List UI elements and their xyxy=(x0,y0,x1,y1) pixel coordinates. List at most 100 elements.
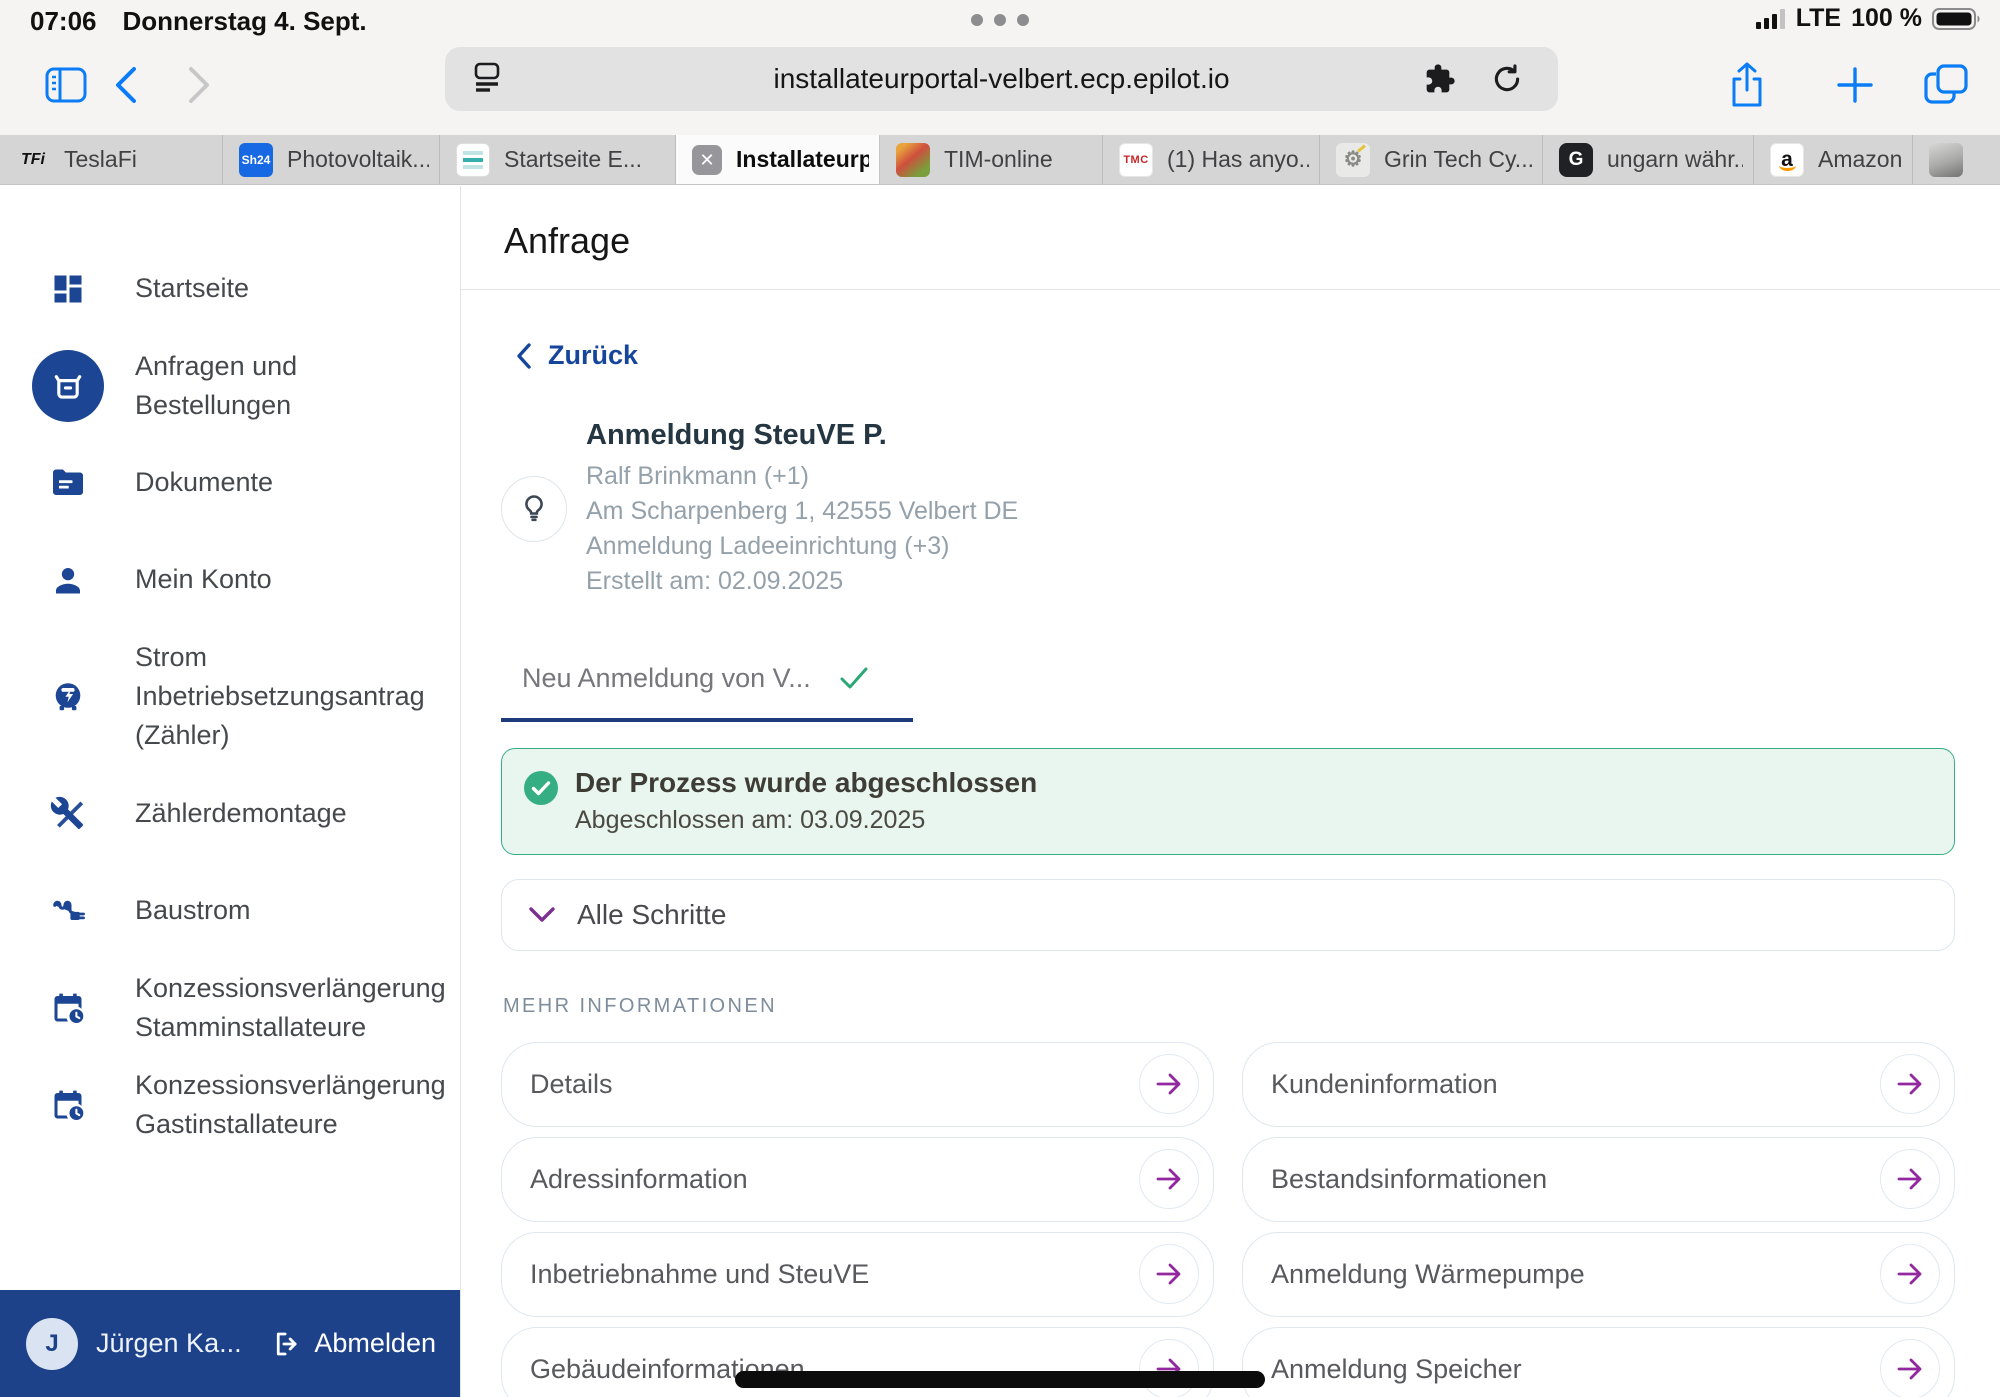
info-cards-grid: Details Kundeninformation Adressinformat… xyxy=(501,1041,1955,1397)
multitasking-dots-icon[interactable] xyxy=(971,14,1029,26)
tab-amazon[interactable]: a Amazon xyxy=(1754,135,1913,184)
tab-strip: TFi TeslaFi Sh24 Photovoltaik... Startse… xyxy=(0,135,2000,185)
card-adressinformation[interactable]: Adressinformation xyxy=(501,1136,1214,1222)
record-address: Am Scharpenberg 1, 42555 Velbert DE xyxy=(586,496,1019,525)
tab-installateurportal[interactable]: ✕ Installateurp... xyxy=(676,135,880,184)
teslafi-favicon: TFi xyxy=(21,150,45,168)
new-tab-button[interactable] xyxy=(1833,63,1877,107)
avatar: J xyxy=(26,1317,78,1370)
card-inbetriebnahme-steuve[interactable]: Inbetriebnahme und SteuVE xyxy=(501,1231,1214,1317)
record-avatar xyxy=(501,475,567,542)
forward-button[interactable] xyxy=(186,65,212,105)
process-tabs: Neu Anmeldung von V... xyxy=(501,599,1955,722)
card-anmeldung-waermepumpe[interactable]: Anmeldung Wärmepumpe xyxy=(1242,1231,1955,1317)
extensions-icon[interactable] xyxy=(1424,63,1456,95)
close-tab-icon[interactable]: ✕ xyxy=(692,144,722,175)
amazon-favicon: a xyxy=(1770,142,1804,177)
card-details[interactable]: Details xyxy=(501,1041,1214,1127)
logout-button[interactable]: Abmelden xyxy=(272,1328,436,1359)
sidebar-item-baustrom[interactable]: Baustrom xyxy=(0,862,460,959)
record-header: Anmeldung SteuVE P. Ralf Brinkmann (+1) … xyxy=(501,419,1955,599)
tim-favicon xyxy=(896,142,930,177)
card-kundeninformation[interactable]: Kundeninformation xyxy=(1242,1041,1955,1127)
share-button[interactable] xyxy=(1727,60,1767,110)
cellular-signal-icon xyxy=(1755,8,1785,29)
user-bar: J Jürgen Ka... Abmelden xyxy=(0,1290,460,1397)
network-type: LTE xyxy=(1795,4,1842,32)
user-name: Jürgen Ka... xyxy=(96,1328,242,1358)
sidebar-item-dokumente[interactable]: Dokumente xyxy=(0,434,460,531)
grin-favicon xyxy=(1336,142,1370,177)
sidebar-item-konzession-stamminstallateure[interactable]: Konzessionsverlängerung Stamminstallateu… xyxy=(0,959,460,1056)
check-icon xyxy=(840,667,868,689)
logout-icon xyxy=(277,1332,297,1355)
card-anmeldung-speicher[interactable]: Anmeldung Speicher xyxy=(1242,1326,1955,1397)
all-steps-toggle[interactable]: Alle Schritte xyxy=(501,878,1955,951)
page-title: Anfrage xyxy=(504,220,631,261)
startseite-favicon xyxy=(456,142,490,177)
tab-grin-tech[interactable]: Grin Tech Cy... xyxy=(1320,135,1543,184)
ipad-screen: 07:06 Donnerstag 4. Sept. LTE 100 % inst… xyxy=(0,0,2000,1397)
chevron-left-icon xyxy=(517,342,531,369)
logout-label: Abmelden xyxy=(314,1328,436,1358)
tab-startseite[interactable]: Startseite E... xyxy=(440,135,676,184)
sidebar-nav: Startseite Anfragen und Bestellungen Dok… xyxy=(0,186,460,1153)
safari-chrome: 07:06 Donnerstag 4. Sept. LTE 100 % inst… xyxy=(0,0,2000,135)
back-button[interactable] xyxy=(113,65,139,105)
status-right: LTE 100 % xyxy=(1755,4,1982,33)
status-date: Donnerstag 4. Sept. xyxy=(122,6,367,36)
card-bestandsinformationen[interactable]: Bestandsinformationen xyxy=(1242,1136,1955,1222)
more-information-label: MEHR INFORMATIONEN xyxy=(503,994,777,1017)
arrow-right-icon[interactable] xyxy=(1880,1339,1940,1397)
arrow-right-icon[interactable] xyxy=(1880,1054,1940,1114)
meter-icon xyxy=(0,679,135,715)
arrow-right-icon[interactable] xyxy=(1880,1149,1940,1209)
arrow-right-icon[interactable] xyxy=(1139,1149,1199,1209)
sidebar-item-anfragen-bestellungen[interactable]: Anfragen und Bestellungen xyxy=(0,337,460,434)
sidebar-toggle-button[interactable] xyxy=(45,67,87,103)
folder-icon xyxy=(0,465,135,501)
tab-photovoltaik[interactable]: Sh24 Photovoltaik... xyxy=(223,135,440,184)
dashboard-icon xyxy=(0,271,135,307)
battery-percent: 100 % xyxy=(1851,4,1922,32)
sidebar-item-konzession-gastinstallateure[interactable]: Konzessionsverlängerung Gastinstallateur… xyxy=(0,1056,460,1153)
tools-icon xyxy=(0,796,135,832)
sidebar-item-zaehlerdemontage[interactable]: Zählerdemontage xyxy=(0,765,460,862)
tab-partial[interactable] xyxy=(1913,135,2000,184)
tab-tim-online[interactable]: TIM-online xyxy=(880,135,1103,184)
reload-icon[interactable] xyxy=(1490,62,1524,96)
sidebar-item-mein-konto[interactable]: Mein Konto xyxy=(0,531,460,628)
arrow-right-icon[interactable] xyxy=(1139,1339,1199,1397)
calendar-clock-icon xyxy=(0,990,135,1026)
check-circle-icon xyxy=(524,770,558,805)
chevron-down-icon xyxy=(529,906,555,922)
success-alert: Der Prozess wurde abgeschlossen Abgeschl… xyxy=(501,747,1955,855)
sh24-favicon: Sh24 xyxy=(239,142,273,177)
status-left: 07:06 Donnerstag 4. Sept. xyxy=(30,6,367,37)
tab-neu-anmeldung[interactable]: Neu Anmeldung von V... xyxy=(501,663,913,722)
alert-subtitle: Abgeschlossen am: 03.09.2025 xyxy=(575,805,926,834)
home-indicator[interactable] xyxy=(735,1371,1265,1388)
back-link[interactable]: Zurück xyxy=(515,340,638,371)
url-text: installateurportal-velbert.ecp.epilot.io xyxy=(773,63,1230,94)
tabs-overview-button[interactable] xyxy=(1922,62,1970,108)
status-bar: 07:06 Donnerstag 4. Sept. LTE 100 % xyxy=(0,0,2000,37)
tab-teslafi[interactable]: TFi TeslaFi xyxy=(0,135,223,184)
arrow-right-icon[interactable] xyxy=(1139,1054,1199,1114)
record-contact: Ralf Brinkmann (+1) xyxy=(586,461,809,490)
arrow-right-icon[interactable] xyxy=(1880,1244,1940,1304)
battery-icon xyxy=(1932,7,1980,30)
portal-sidebar: Startseite Anfragen und Bestellungen Dok… xyxy=(0,186,460,1397)
person-icon xyxy=(0,562,135,598)
record-title: Anmeldung SteuVE P. xyxy=(586,418,887,451)
basket-icon xyxy=(31,349,104,422)
lightbulb-icon xyxy=(525,494,543,521)
cable-plug-icon xyxy=(0,893,135,929)
calendar-clock-icon xyxy=(0,1087,135,1123)
sidebar-item-startseite[interactable]: Startseite xyxy=(0,240,460,337)
sidebar-item-strom-inbetriebsetzungsantrag[interactable]: Strom Inbetriebsetzungsantrag (Zähler) xyxy=(0,628,460,765)
tab-has-anyone[interactable]: TMC (1) Has anyo... xyxy=(1103,135,1320,184)
arrow-right-icon[interactable] xyxy=(1139,1244,1199,1304)
address-bar[interactable]: installateurportal-velbert.ecp.epilot.io xyxy=(445,47,1558,111)
tab-ungarn[interactable]: G ungarn währ... xyxy=(1543,135,1754,184)
